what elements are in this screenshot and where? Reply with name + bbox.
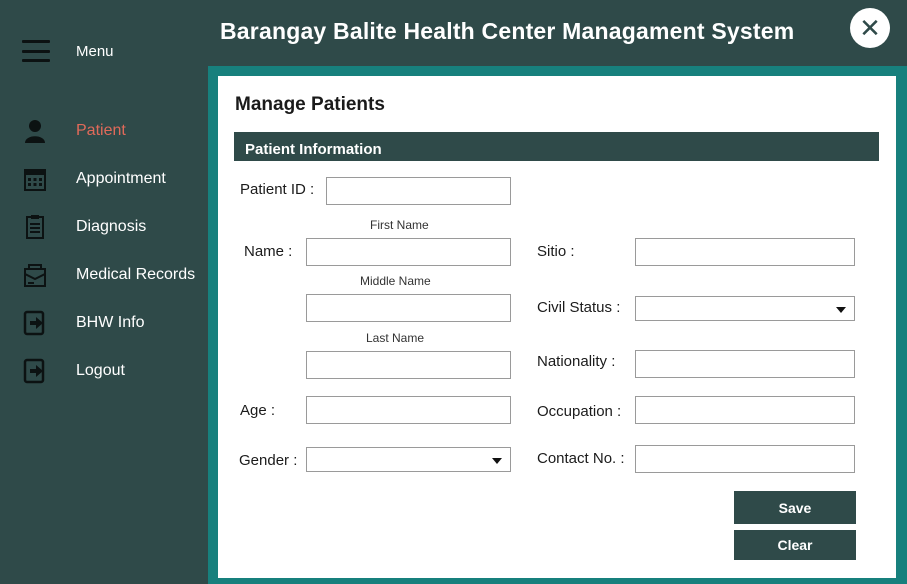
last-name-field[interactable] bbox=[306, 351, 511, 379]
first-name-label: First Name bbox=[370, 218, 429, 232]
chevron-down-icon bbox=[492, 458, 502, 464]
sitio-label: Sitio : bbox=[537, 243, 575, 260]
occupation-label: Occupation : bbox=[537, 403, 622, 420]
age-label: Age : bbox=[240, 402, 276, 419]
menu-label: Menu bbox=[76, 43, 114, 60]
hamburger-icon[interactable] bbox=[22, 40, 50, 62]
last-name-label: Last Name bbox=[366, 331, 425, 345]
middle-name-label: Middle Name bbox=[360, 274, 431, 288]
menu-toggle[interactable]: Menu bbox=[0, 32, 208, 72]
patient-id-field[interactable] bbox=[326, 177, 511, 205]
middle-name-field[interactable] bbox=[306, 294, 511, 322]
occupation-field[interactable] bbox=[635, 396, 855, 424]
sidebar-item-label: Diagnosis bbox=[76, 218, 147, 235]
sidebar-item-logout[interactable]: Logout bbox=[0, 356, 208, 386]
first-name-field[interactable] bbox=[306, 238, 511, 266]
civil-status-select[interactable] bbox=[635, 296, 855, 321]
sidebar-item-label: Medical Records bbox=[76, 266, 196, 283]
section-title: Patient Information bbox=[245, 141, 382, 158]
sidebar-item-bhw-info[interactable]: BHW Info bbox=[0, 308, 208, 338]
nationality-label: Nationality : bbox=[537, 353, 616, 370]
gender-label: Gender : bbox=[239, 452, 298, 469]
logout-icon bbox=[22, 358, 48, 384]
age-field[interactable] bbox=[306, 396, 511, 424]
person-icon bbox=[22, 118, 48, 144]
sitio-field[interactable] bbox=[635, 238, 855, 266]
close-button[interactable]: ✕ bbox=[850, 8, 890, 48]
arrow-door-icon bbox=[22, 310, 48, 336]
nationality-field[interactable] bbox=[635, 350, 855, 378]
records-folder-icon bbox=[22, 262, 48, 288]
contact-number-label: Contact No. : bbox=[537, 450, 625, 467]
sidebar-item-label: Appointment bbox=[76, 170, 166, 187]
sidebar-item-appointment[interactable]: Appointment bbox=[0, 164, 208, 194]
gender-select[interactable] bbox=[306, 447, 511, 472]
chevron-down-icon bbox=[836, 307, 846, 313]
sidebar-item-patient[interactable]: Patient bbox=[0, 116, 208, 146]
name-label: Name : bbox=[244, 243, 293, 260]
sidebar-item-medical-records[interactable]: Medical Records bbox=[0, 260, 208, 290]
app-title: Barangay Balite Health Center Managament… bbox=[220, 18, 795, 44]
sidebar-item-label: Patient bbox=[76, 122, 126, 139]
sidebar-item-label: Logout bbox=[76, 362, 125, 379]
calendar-icon bbox=[22, 166, 48, 192]
patient-id-label: Patient ID : bbox=[240, 181, 315, 198]
sidebar-item-label: BHW Info bbox=[76, 314, 145, 331]
sidebar bbox=[0, 0, 208, 584]
close-icon: ✕ bbox=[859, 13, 881, 43]
page-title: Manage Patients bbox=[235, 94, 385, 115]
clear-button[interactable]: Clear bbox=[734, 530, 856, 560]
clipboard-icon bbox=[22, 214, 48, 240]
civil-status-label: Civil Status : bbox=[537, 299, 621, 316]
save-button[interactable]: Save bbox=[734, 491, 856, 524]
sidebar-item-diagnosis[interactable]: Diagnosis bbox=[0, 212, 208, 242]
contact-number-field[interactable] bbox=[635, 445, 855, 473]
